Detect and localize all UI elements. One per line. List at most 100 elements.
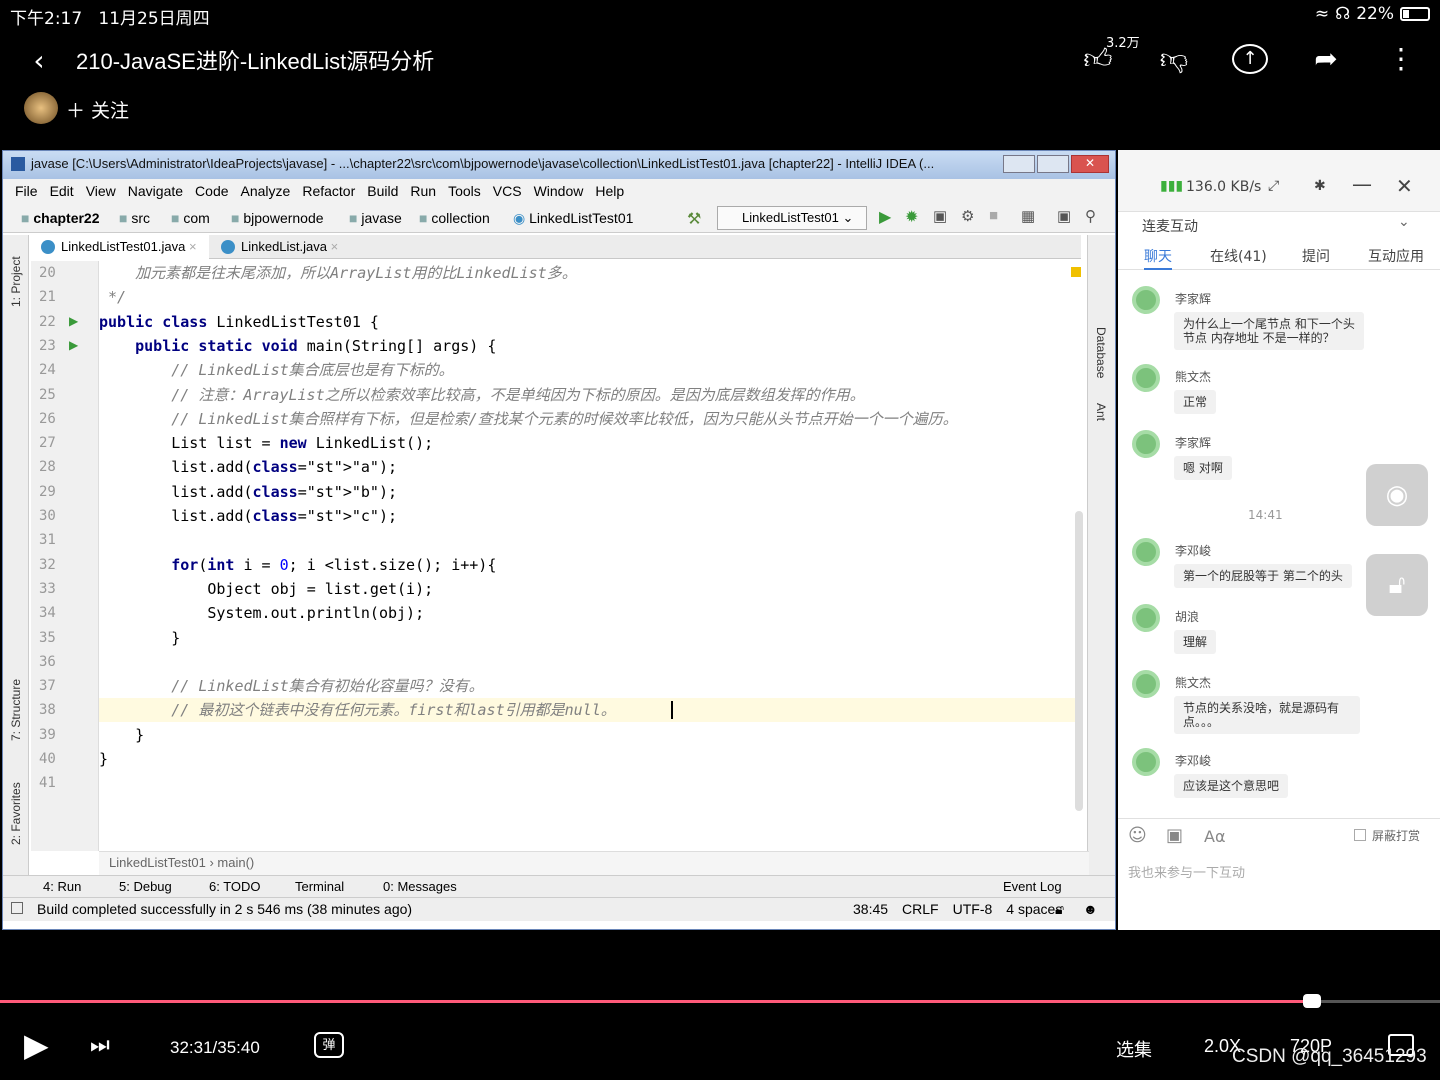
sdk-icon[interactable]: ▣ [1057, 207, 1071, 225]
block-checkbox[interactable] [1354, 829, 1366, 841]
menu-item[interactable]: Window [534, 183, 584, 203]
tool-window-button[interactable]: Event Log [1003, 879, 1062, 894]
tool-window-button[interactable]: 4: Run [43, 879, 81, 894]
code-text: // 注意：ArrayList之所以检索效率比较高，不是单纯因为下标的原因。是因… [99, 385, 865, 404]
status-item[interactable]: 4 spaces [1006, 901, 1062, 917]
sender-name: 李家辉 [1175, 292, 1212, 306]
camera-icon[interactable]: ◉ [1366, 464, 1428, 526]
project-structure-icon[interactable]: ▦ [1021, 207, 1035, 225]
breadcrumb-item[interactable]: ■ chapter22 [21, 210, 100, 226]
breadcrumb-item[interactable]: ■ collection [419, 210, 490, 226]
author-avatar[interactable] [24, 92, 58, 124]
menu-item[interactable]: File [15, 183, 38, 203]
line-number: 28 [39, 459, 56, 476]
episodes-button[interactable]: 选集 [1116, 1036, 1152, 1062]
tool-database[interactable]: Database [1094, 327, 1108, 378]
run-icon[interactable]: ▶ [879, 207, 891, 227]
folder-icon: ■ [119, 210, 132, 226]
next-icon[interactable]: ⏭ [90, 1032, 110, 1058]
menu-item[interactable]: Navigate [128, 183, 183, 203]
breadcrumb-label: javase [361, 210, 402, 226]
close-icon[interactable]: ✕ [1396, 174, 1413, 198]
editor-scrollbar[interactable] [1075, 511, 1083, 811]
code-editor[interactable]: 加元素都是往末尾添加，所以ArrayList用的比LinkedList多。 */… [99, 261, 1079, 851]
share-icon[interactable]: ➦ [1308, 42, 1344, 75]
search-icon[interactable]: ⚲ [1085, 207, 1096, 225]
expand-icon[interactable]: ⤢ [1268, 178, 1279, 194]
status-item[interactable]: CRLF [902, 901, 939, 917]
line-number: 27 [39, 435, 56, 452]
emoji-icon[interactable]: ☺ [1128, 825, 1147, 846]
run-config-select[interactable]: LinkedListTest01 ⌄ [717, 206, 867, 230]
chevron-down-icon[interactable]: ⌄ [1398, 214, 1410, 230]
menu-item[interactable]: Edit [50, 183, 74, 203]
menu-item[interactable]: Build [367, 183, 398, 203]
menu-item[interactable]: Run [410, 183, 436, 203]
inspector-icon[interactable]: ☻ [1083, 901, 1098, 917]
tool-window-button[interactable]: Terminal [295, 879, 344, 894]
code-text: */ [99, 288, 127, 307]
menu-item[interactable]: Help [595, 183, 624, 203]
maximize-icon[interactable] [1037, 155, 1069, 173]
back-icon[interactable]: ‹ [24, 44, 54, 77]
tool-favorites[interactable]: 2: Favorites [9, 782, 23, 845]
layout-icon[interactable] [11, 902, 23, 914]
coin-icon[interactable]: ↑ [1232, 44, 1268, 74]
minimize-icon[interactable]: — [1352, 172, 1372, 196]
follow-button[interactable]: ＋ 关注 [66, 96, 129, 123]
right-tool-strip: Database Ant [1087, 235, 1115, 875]
dislike-icon[interactable]: 👎︎ [1156, 42, 1192, 76]
breadcrumb-item[interactable]: ■ src [119, 210, 150, 226]
chat-tab[interactable]: 互动应用 [1368, 246, 1424, 266]
chat-tab[interactable]: 聊天 [1144, 246, 1172, 270]
tool-window-button[interactable]: 5: Debug [119, 879, 172, 894]
tool-structure[interactable]: 7: Structure [9, 679, 23, 741]
tool-project[interactable]: 1: Project [9, 256, 23, 307]
coverage-icon[interactable]: ▣ [933, 207, 947, 225]
minimize-icon[interactable] [1003, 155, 1035, 173]
status-item: 38:45 [853, 901, 889, 917]
debug-icon[interactable]: ✹ [905, 207, 918, 227]
code-text: list.add(class="st">"c"); [99, 507, 398, 525]
more-icon[interactable]: ⋮ [1386, 42, 1416, 75]
run-gutter-icon[interactable]: ▶ [69, 338, 78, 352]
chat-tab[interactable]: 在线(41) [1210, 246, 1267, 266]
image-icon[interactable]: ▣ [1166, 825, 1183, 846]
breadcrumb-item[interactable]: ■ com [171, 210, 210, 226]
class-icon [221, 240, 235, 254]
line-number: 34 [39, 605, 56, 622]
menu-item[interactable]: Code [195, 183, 228, 203]
stop-icon[interactable]: ■ [989, 207, 998, 224]
unlock-icon[interactable]: 🔓︎ [1366, 554, 1428, 616]
menu-item[interactable]: Analyze [241, 183, 291, 203]
status-item[interactable]: UTF-8 [953, 901, 993, 917]
tool-window-button[interactable]: 0: Messages [383, 879, 457, 894]
text-cursor [671, 701, 673, 720]
breadcrumb-item[interactable]: ◉ LinkedListTest01 [513, 210, 633, 227]
menu-item[interactable]: VCS [493, 183, 522, 203]
progress-handle[interactable] [1302, 994, 1321, 1008]
build-hammer-icon[interactable]: ⚒ [687, 209, 701, 229]
tool-window-button[interactable]: 6: TODO [209, 879, 261, 894]
menu-item[interactable]: View [86, 183, 116, 203]
breadcrumb-item[interactable]: ■ javase [349, 210, 402, 226]
close-icon[interactable]: ✕ [1071, 155, 1109, 173]
warning-marker [1071, 267, 1081, 277]
pin-icon[interactable]: ✱ [1314, 178, 1326, 194]
danmaku-icon[interactable]: 弹 [314, 1032, 344, 1058]
chat-tab[interactable]: 提问 [1302, 246, 1330, 266]
breadcrumb-label: src [131, 210, 151, 226]
menu-item[interactable]: Refactor [302, 183, 355, 203]
lock-icon[interactable]: 🔓︎ [1055, 901, 1064, 918]
tool-ant[interactable]: Ant [1094, 403, 1108, 421]
play-time: 32:31/35:40 [170, 1038, 260, 1057]
profile-icon[interactable]: ⚙ [961, 207, 974, 225]
breadcrumb-item[interactable]: ■ bjpowernode [231, 210, 324, 226]
play-icon[interactable]: ▶ [24, 1026, 49, 1064]
tab-linkedlisttest01[interactable]: LinkedListTest01.java × [31, 235, 209, 259]
chat-input[interactable]: 我也来参与一下互动 [1128, 862, 1245, 881]
menu-item[interactable]: Tools [448, 183, 481, 203]
run-gutter-icon[interactable]: ▶ [69, 314, 78, 328]
font-icon[interactable]: Aα [1204, 827, 1226, 846]
